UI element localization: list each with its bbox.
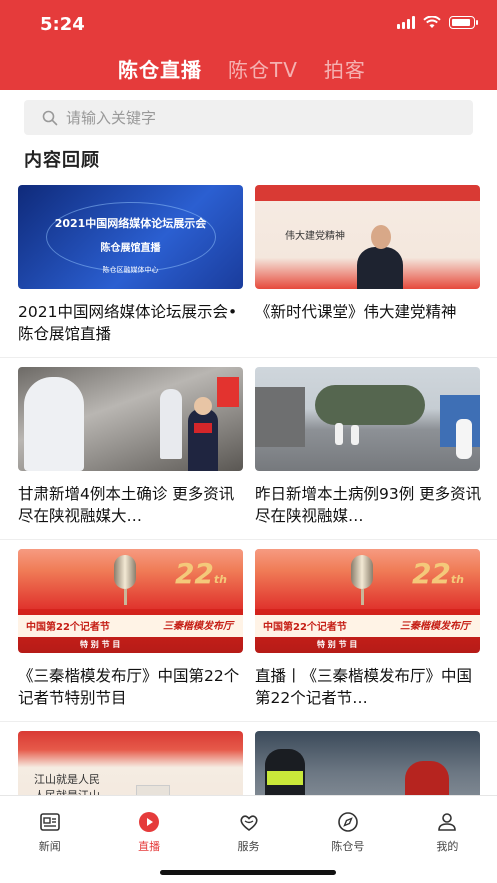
nav-item-mine[interactable]: 我的 [398,796,497,883]
video-card[interactable]: 22th 中国第22个记者节 三秦楷模发布厅 特 别 节 目 《三秦楷模发布厅》… [0,540,248,721]
grid-row: 2021中国网络媒体论坛展示会 陈仓展馆直播 陈仓区融媒体中心 2021中国网络… [0,176,497,358]
search-bar[interactable] [24,100,473,135]
news-icon [39,813,60,831]
battery-icon [449,16,478,29]
section-title: 内容回顾 [24,150,100,171]
nav-label: 我的 [436,840,459,853]
content-grid: 2021中国网络媒体论坛展示会 陈仓展馆直播 陈仓区融媒体中心 2021中国网络… [0,176,497,883]
play-icon [139,812,160,832]
video-thumbnail[interactable]: 22th 中国第22个记者节 三秦楷模发布厅 特 别 节 目 [255,549,480,653]
grid-row: 甘肃新增4例本土确诊 更多资讯尽在陕视融媒大… 昨日新增本土病例93例 更多资讯… [0,358,497,540]
status-icons [397,16,478,29]
nav-label: 直播 [138,840,161,853]
video-card[interactable]: 2021中国网络媒体论坛展示会 陈仓展馆直播 陈仓区融媒体中心 2021中国网络… [0,176,248,357]
grid-row: 22th 中国第22个记者节 三秦楷模发布厅 特 别 节 目 《三秦楷模发布厅》… [0,540,497,722]
thumbnail-text: 中国第22个记者节 [263,622,347,633]
thumbnail-number: 22th [411,557,464,590]
status-time: 5:24 [40,14,85,35]
thumbnail-text: 特 别 节 目 [317,640,358,649]
video-title[interactable]: 《三秦楷模发布厅》中国第22个记者节特别节目 [18,665,246,709]
thumbnail-text: 伟大建党精神 [285,231,345,242]
nav-label: 陈仓号 [331,840,365,853]
nav-label: 新闻 [38,840,61,853]
thumbnail-text: 陈仓区融媒体中心 [102,266,159,274]
video-thumbnail[interactable] [255,367,480,471]
video-card[interactable]: 22th 中国第22个记者节 三秦楷模发布厅 特 别 节 目 直播丨《三秦楷模发… [248,540,496,721]
video-thumbnail[interactable] [18,367,243,471]
video-title[interactable]: 甘肃新增4例本土确诊 更多资讯尽在陕视融媒大… [18,483,246,527]
video-card[interactable]: 伟大建党精神 《新时代课堂》伟大建党精神 [248,176,496,357]
top-tabs: 陈仓直播 陈仓TV 拍客 [112,54,392,95]
thumbnail-text: 中国第22个记者节 [26,622,110,633]
compass-icon [338,812,358,832]
tab-chencang-tv[interactable]: 陈仓TV [228,54,298,91]
home-indicator[interactable] [160,870,336,875]
wifi-icon [423,16,441,28]
video-title[interactable]: 直播丨《三秦楷模发布厅》中国第22个记者节… [255,665,483,709]
thumbnail-text: 2021中国网络媒体论坛展示会 [54,217,207,230]
search-input[interactable] [66,108,446,127]
profile-icon [438,813,457,831]
search-icon [42,110,58,125]
nav-label: 服务 [237,840,260,853]
service-heart-icon [239,815,258,831]
video-thumbnail[interactable]: 伟大建党精神 [255,185,480,289]
thumbnail-text: 特 别 节 目 [80,640,121,649]
nav-item-news[interactable]: 新闻 [0,796,99,883]
video-thumbnail[interactable]: 2021中国网络媒体论坛展示会 陈仓展馆直播 陈仓区融媒体中心 [18,185,243,289]
video-title[interactable]: 《新时代课堂》伟大建党精神 [255,301,483,345]
app-header: 5:24 陈仓直播 陈仓TV 拍客 [0,0,497,95]
video-title[interactable]: 2021中国网络媒体论坛展示会•陈仓展馆直播 [18,301,246,345]
tab-paike[interactable]: 拍客 [324,54,366,91]
thumbnail-number: 22th [174,557,227,590]
thumbnail-text: 三秦楷模发布厅 [163,621,233,632]
video-thumbnail[interactable]: 22th 中国第22个记者节 三秦楷模发布厅 特 别 节 目 [18,549,243,653]
thumbnail-text: 江山就是人民 [34,773,100,786]
thumbnail-text: 陈仓展馆直播 [100,243,161,254]
video-card[interactable]: 昨日新增本土病例93例 更多资讯尽在陕视融媒… [248,358,496,539]
video-card[interactable]: 甘肃新增4例本土确诊 更多资讯尽在陕视融媒大… [0,358,248,539]
cellular-signal-icon [397,16,415,29]
video-title[interactable]: 昨日新增本土病例93例 更多资讯尽在陕视融媒… [255,483,483,527]
thumbnail-text: 三秦楷模发布厅 [400,621,470,632]
tab-chencang-live[interactable]: 陈仓直播 [112,54,208,95]
